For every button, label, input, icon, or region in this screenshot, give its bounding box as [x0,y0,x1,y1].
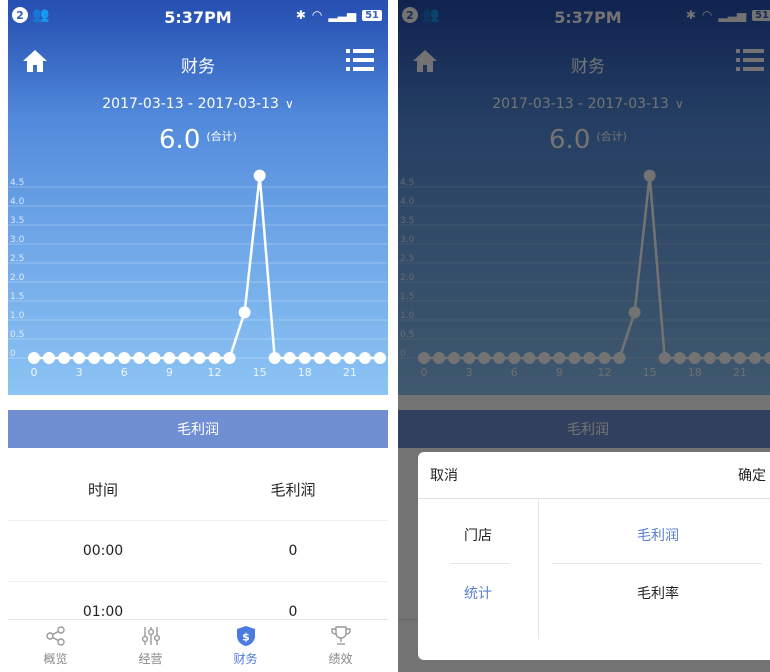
metric-section-bar[interactable]: 毛利润 [8,410,388,448]
picker-divider [552,563,762,564]
data-point[interactable] [374,352,386,364]
col-time: 时间 [87,481,118,499]
confirm-button[interactable]: 确定 [738,465,766,485]
data-point[interactable] [358,352,371,364]
data-point[interactable] [118,352,131,364]
bluetooth-icon: ✱ [295,8,306,22]
x-tick-label: 21 [343,366,357,379]
hourly-chart: 0 0.5 1.0 1.5 2.0 2.5 3.0 3.5 4.0 4.5 0 3 6 9 12 15 18 21 [8,169,388,379]
x-tick-label: 12 [208,366,222,379]
x-tick-label: 6 [121,366,128,379]
tab-label: 绩效 [328,652,353,666]
metric-label: 毛利润 [177,422,219,438]
y-tick-label: 4.5 [10,178,24,188]
picker-option-gross-margin[interactable]: 毛利率 [538,583,770,603]
x-tick-label: 15 [253,366,267,379]
data-point[interactable] [283,352,296,364]
data-point[interactable] [133,352,146,364]
finance-screen-picker: 2 👥 5:37PM ✱ ◠ ▂▃▅ 51 财务 2017-03-13 - 20… [398,0,770,672]
list-menu-icon[interactable] [346,47,374,73]
sliders-icon [141,627,160,645]
picker-divider [450,563,510,564]
data-point[interactable] [148,352,161,364]
x-tick-label: 0 [31,366,38,379]
chevron-down-icon: ∨ [284,97,294,111]
y-tick-label: 0 [10,349,16,359]
data-point[interactable] [28,352,40,364]
x-tick-label: 18 [298,366,312,379]
row-time: 00:00 [82,543,124,559]
data-point[interactable] [238,306,251,319]
y-tick-label: 0.5 [10,330,24,340]
tab-operations[interactable]: 经营 [103,620,198,672]
data-point[interactable] [103,352,116,364]
data-point[interactable] [163,352,176,364]
data-point[interactable] [268,352,281,364]
row-value: 0 [288,543,298,559]
y-tick-label: 3.5 [10,216,24,226]
data-point[interactable] [343,352,356,364]
data-point[interactable] [193,352,206,364]
page-title: 财务 [181,57,215,77]
tab-label: 经营 [138,652,163,666]
data-point[interactable] [88,352,101,364]
tab-finance[interactable]: $ 财务 [198,620,293,672]
data-point[interactable] [178,352,191,364]
picker-column-metric[interactable]: 毛利润 毛利率 [538,499,770,639]
tab-label: 财务 [233,652,258,666]
data-point[interactable] [253,169,266,182]
data-point[interactable] [328,352,341,364]
y-tick-label: 2.0 [10,273,25,283]
picker-header: 取消 确定 [418,452,770,499]
col-profit: 毛利润 [270,481,316,499]
tab-overview[interactable]: 概览 [8,620,103,672]
y-tick-label: 1.0 [10,311,25,321]
total-suffix: (合计) [206,130,237,143]
picker-option-store[interactable]: 门店 [418,525,538,545]
wifi-icon: ◠ [311,8,323,22]
data-point[interactable] [73,352,86,364]
x-tick-label: 3 [76,366,83,379]
signal-icon: ▂▃▅ [328,8,357,22]
table-row: 00:00 0 [8,521,388,582]
dollar-shield-icon: $ [236,626,255,646]
x-tick-label: 9 [166,366,173,379]
picker-body: 门店 统计 毛利润 毛利率 [418,499,770,661]
finance-screen: 2 👥 5:37PM ✱ ◠ ▂▃▅ 51 财务 2017-03-13 - 20… [8,0,388,672]
battery-icon: 51 [362,9,382,21]
status-bar: 2 👥 5:37PM ✱ ◠ ▂▃▅ 51 [8,0,388,34]
picker-modal: 取消 确定 门店 统计 毛利润 毛利率 [418,452,770,660]
picker-option-gross-profit[interactable]: 毛利润 [538,525,770,545]
data-point[interactable] [313,352,326,364]
y-tick-label: 4.0 [10,197,25,207]
date-range-selector[interactable]: 2017-03-13 - 2017-03-13 ∨ [8,96,388,112]
picker-column-category[interactable]: 门店 统计 [418,499,539,639]
y-tick-label: 2.5 [10,254,24,264]
cancel-button[interactable]: 取消 [430,465,458,485]
y-tick-label: 1.5 [10,292,24,302]
tab-label: 概览 [43,652,68,666]
data-point[interactable] [58,352,71,364]
data-point[interactable] [223,352,236,364]
table-header: 时间 毛利润 [8,470,388,521]
data-point[interactable] [43,352,56,364]
series-line [34,175,380,360]
data-point[interactable] [298,352,311,364]
svg-text:$: $ [242,631,250,644]
data-point[interactable] [208,352,221,364]
trophy-icon [330,626,351,645]
date-range-text: 2017-03-13 - 2017-03-13 [102,96,279,112]
share-icon [45,626,65,646]
tab-bar: 概览 经营 $ 财务 绩效 [8,619,388,672]
picker-option-stats[interactable]: 统计 [418,583,538,603]
tab-performance[interactable]: 绩效 [293,620,388,672]
y-tick-label: 3.0 [10,235,25,245]
